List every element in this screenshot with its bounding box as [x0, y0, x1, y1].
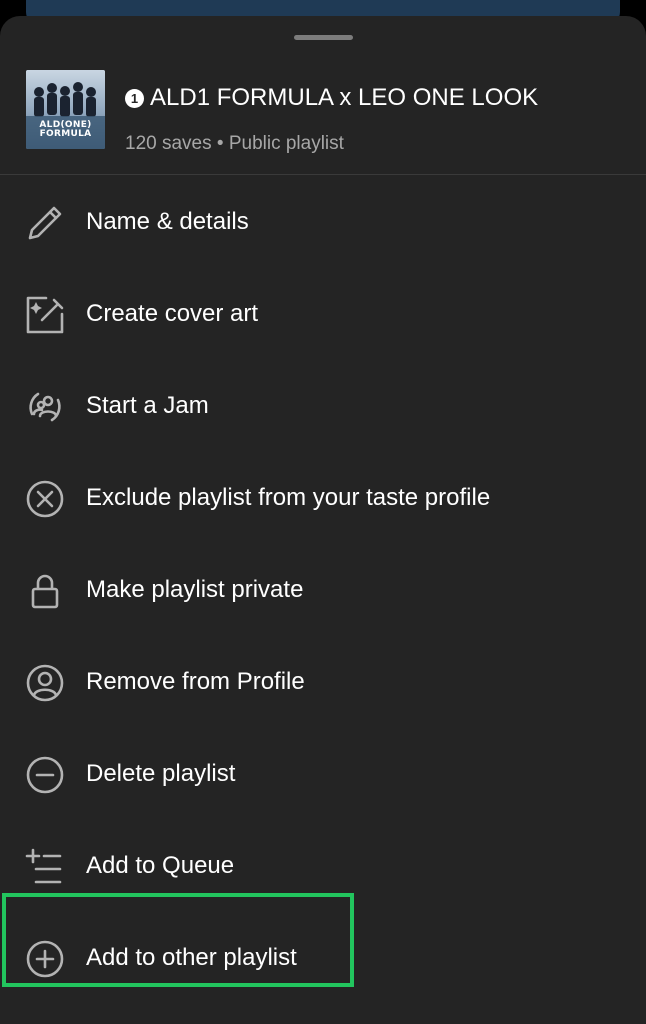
- menu-item-label: Add to Queue: [86, 852, 235, 879]
- lock-icon: [24, 570, 66, 612]
- menu-item-label: Name & details: [86, 208, 249, 235]
- menu-item-make-private[interactable]: Make playlist private: [0, 544, 646, 636]
- menu-item-exclude-taste[interactable]: Exclude playlist from your taste profile: [0, 452, 646, 544]
- menu-item-remove-profile[interactable]: Remove from Profile: [0, 636, 646, 728]
- jam-icon: [24, 386, 66, 428]
- playlist-subtitle: 120 saves • Public playlist: [125, 133, 344, 154]
- minus-circle-icon: [24, 754, 66, 796]
- profile-icon: [24, 662, 66, 704]
- drag-handle[interactable]: [294, 35, 353, 40]
- pinned-icon: 1: [125, 88, 144, 108]
- playlist-cover: ALD(ONE) FORMULA: [26, 70, 105, 149]
- queue-icon: [24, 846, 66, 888]
- menu-item-add-queue[interactable]: Add to Queue: [0, 820, 646, 912]
- menu-item-label: Remove from Profile: [86, 668, 305, 695]
- menu-item-label: Make playlist private: [86, 576, 304, 603]
- menu-item-label: Exclude playlist from your taste profile: [86, 484, 491, 511]
- menu-item-start-jam[interactable]: Start a Jam: [0, 360, 646, 452]
- context-menu-sheet: ALD(ONE) FORMULA 1 ALD1 FORMULA x LEO ON…: [0, 16, 646, 1024]
- exclude-icon: [24, 478, 66, 520]
- menu-item-label: Add to other playlist: [86, 944, 297, 971]
- menu-item-name-details[interactable]: Name & details: [0, 176, 646, 268]
- menu-item-create-cover-art[interactable]: Create cover art: [0, 268, 646, 360]
- cover-text: ALD(ONE) FORMULA: [39, 120, 92, 139]
- playlist-title: ALD1 FORMULA x LEO ONE LOOK: [150, 84, 539, 111]
- menu-item-add-other-playlist[interactable]: Add to other playlist: [0, 912, 646, 1004]
- playlist-title-row: 1 ALD1 FORMULA x LEO ONE LOOK: [125, 84, 538, 112]
- divider: [0, 174, 646, 175]
- menu-item-label: Delete playlist: [86, 760, 236, 787]
- pencil-icon: [24, 202, 66, 244]
- plus-circle-icon: [24, 938, 66, 980]
- cover-art-icon: [24, 294, 66, 336]
- menu-item-label: Create cover art: [86, 300, 259, 327]
- menu-item-label: Start a Jam: [86, 392, 209, 419]
- menu-item-delete-playlist[interactable]: Delete playlist: [0, 728, 646, 820]
